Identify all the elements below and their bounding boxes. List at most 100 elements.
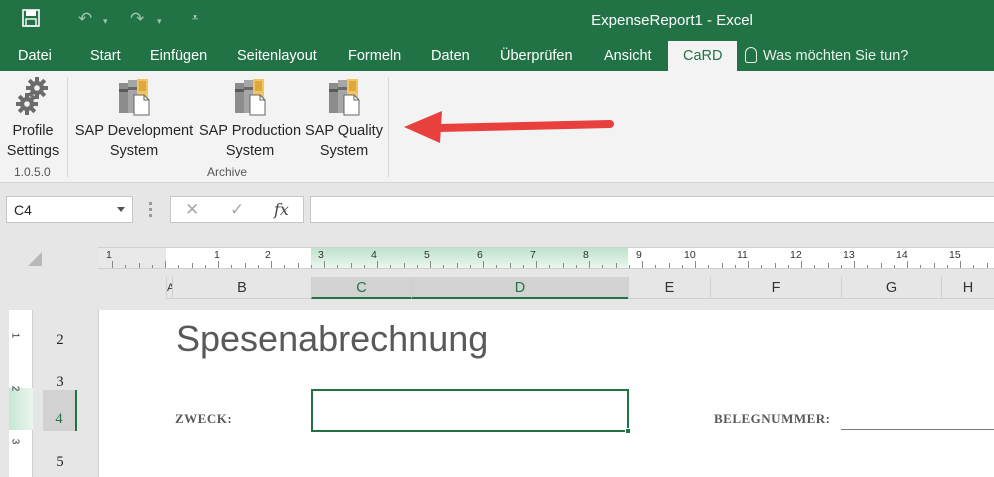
ruler-tick xyxy=(509,263,511,268)
tab-formeln[interactable]: Formeln xyxy=(338,41,411,71)
tab-datei[interactable]: Datei xyxy=(8,41,62,71)
tell-me-text: Was möchten Sie tun? xyxy=(763,48,909,64)
ruler-tick xyxy=(496,265,498,268)
column-header-f[interactable]: F xyxy=(710,277,841,299)
sap-development-system-button[interactable]: SAP Development System xyxy=(72,77,196,161)
tab-ansicht[interactable]: Ansicht xyxy=(594,41,662,71)
ruler-tick xyxy=(920,265,922,268)
purpose-label: ZWECK: xyxy=(175,411,233,426)
archive-binders-icon xyxy=(329,79,360,116)
ruler-tick xyxy=(840,265,842,268)
sap-development-line2: System xyxy=(109,143,159,159)
ruler-number: 1 xyxy=(106,249,112,261)
ruler-tick xyxy=(151,265,153,268)
formula-bar: C4 ✕ ✓ fx xyxy=(0,184,994,234)
ruler-tick xyxy=(946,265,948,268)
ruler-tick xyxy=(695,261,696,268)
ruler-tick xyxy=(310,265,312,268)
ruler-tick xyxy=(483,261,484,268)
ruler-tick xyxy=(960,261,961,268)
tab-einfuegen[interactable]: Einfügen xyxy=(140,41,217,71)
cancel-icon[interactable]: ✕ xyxy=(185,200,199,220)
select-all-icon[interactable] xyxy=(28,252,42,266)
ruler-tick xyxy=(774,263,776,268)
column-header-d[interactable]: D xyxy=(411,277,628,299)
insert-function-icon[interactable]: fx xyxy=(274,200,289,219)
chevron-down-icon[interactable] xyxy=(117,207,125,212)
formula-buttons: ✕ ✓ fx xyxy=(170,196,304,223)
ruler-number: 1 xyxy=(9,332,21,339)
sap-production-system-button[interactable]: SAP Production System xyxy=(198,77,302,161)
ruler-tick xyxy=(986,263,988,268)
ruler-tick xyxy=(231,265,233,268)
ruler-tick xyxy=(204,265,206,268)
ruler-tick xyxy=(324,261,325,268)
formula-input[interactable] xyxy=(310,196,994,223)
ruler-tick xyxy=(854,261,855,268)
tab-daten[interactable]: Daten xyxy=(421,41,480,71)
ruler-tick xyxy=(893,265,895,268)
column-header-h[interactable]: H xyxy=(941,277,994,299)
ruler-number: 3 xyxy=(318,249,324,261)
sap-production-line1: SAP Production xyxy=(198,123,302,139)
ruler-tick xyxy=(827,263,829,268)
ruler-number: 6 xyxy=(477,249,483,261)
row-header-4[interactable]: 4 xyxy=(43,390,77,431)
annotation-arrow-icon xyxy=(404,111,614,143)
title-bar: ↶ ▾ ↷ ▾ ⩡ ExpenseReport1 - Excel xyxy=(0,0,994,41)
doc-number-underline xyxy=(841,429,994,430)
worksheet[interactable]: Spesenabrechnung ZWECK: BELEGNUMMER: xyxy=(98,310,994,477)
ruler-tick xyxy=(734,265,736,268)
sap-quality-system-button[interactable]: SAP Quality System xyxy=(304,77,384,161)
gear-icon xyxy=(16,77,48,115)
tab-seitenlayout[interactable]: Seitenlayout xyxy=(227,41,327,71)
ruler-tick xyxy=(165,261,166,268)
ruler-tick xyxy=(536,261,537,268)
lightbulb-icon xyxy=(745,47,757,63)
ruler-tick xyxy=(244,263,246,268)
ruler-number: 7 xyxy=(530,249,536,261)
ruler-tick xyxy=(456,263,458,268)
column-header-b[interactable]: B xyxy=(172,277,311,299)
tab-start[interactable]: Start xyxy=(80,41,131,71)
resize-handle-icon[interactable] xyxy=(149,202,152,217)
column-header-g[interactable]: G xyxy=(841,277,941,299)
ruler-tick xyxy=(668,263,670,268)
sheet-title: Spesenabrechnung xyxy=(176,318,489,359)
ruler-tick xyxy=(801,261,802,268)
ruler-tick xyxy=(602,265,604,268)
row-header-2[interactable]: 2 xyxy=(43,330,77,350)
enter-icon[interactable]: ✓ xyxy=(230,200,244,220)
ruler-tick xyxy=(589,261,590,268)
ruler-tick xyxy=(761,265,763,268)
ruler-number: 2 xyxy=(265,249,271,261)
ruler-tick xyxy=(257,265,259,268)
profile-settings-button[interactable]: Profile Settings xyxy=(4,77,62,161)
column-header-e[interactable]: E xyxy=(628,277,710,299)
ruler-tick xyxy=(615,263,617,268)
tell-me-box[interactable]: Was möchten Sie tun? xyxy=(745,41,908,71)
sap-quality-line2: System xyxy=(319,143,369,159)
tab-ueberpruefen[interactable]: Überprüfen xyxy=(490,41,583,71)
sap-development-line1: SAP Development xyxy=(74,123,194,139)
selected-cell-c4[interactable] xyxy=(311,389,631,434)
row-header-5[interactable]: 5 xyxy=(43,450,77,474)
ruler-number: 10 xyxy=(684,249,696,261)
ruler-tick xyxy=(708,265,710,268)
ruler-tick xyxy=(628,265,630,268)
ruler-tick xyxy=(125,265,127,268)
name-box[interactable]: C4 xyxy=(6,196,133,223)
archive-binders-icon xyxy=(119,79,150,116)
ruler-tick xyxy=(350,263,352,268)
ruler-number: 5 xyxy=(424,249,430,261)
ruler-tick xyxy=(337,265,339,268)
ruler-tick xyxy=(443,265,445,268)
ruler-tick xyxy=(655,265,657,268)
group-separator xyxy=(67,77,68,177)
column-header-c[interactable]: C xyxy=(311,277,411,299)
ruler-tick xyxy=(748,261,749,268)
fill-handle[interactable] xyxy=(625,428,631,434)
ruler-tick xyxy=(562,263,564,268)
ruler-number: 8 xyxy=(583,249,589,261)
tab-card[interactable]: CaRD xyxy=(668,41,738,71)
